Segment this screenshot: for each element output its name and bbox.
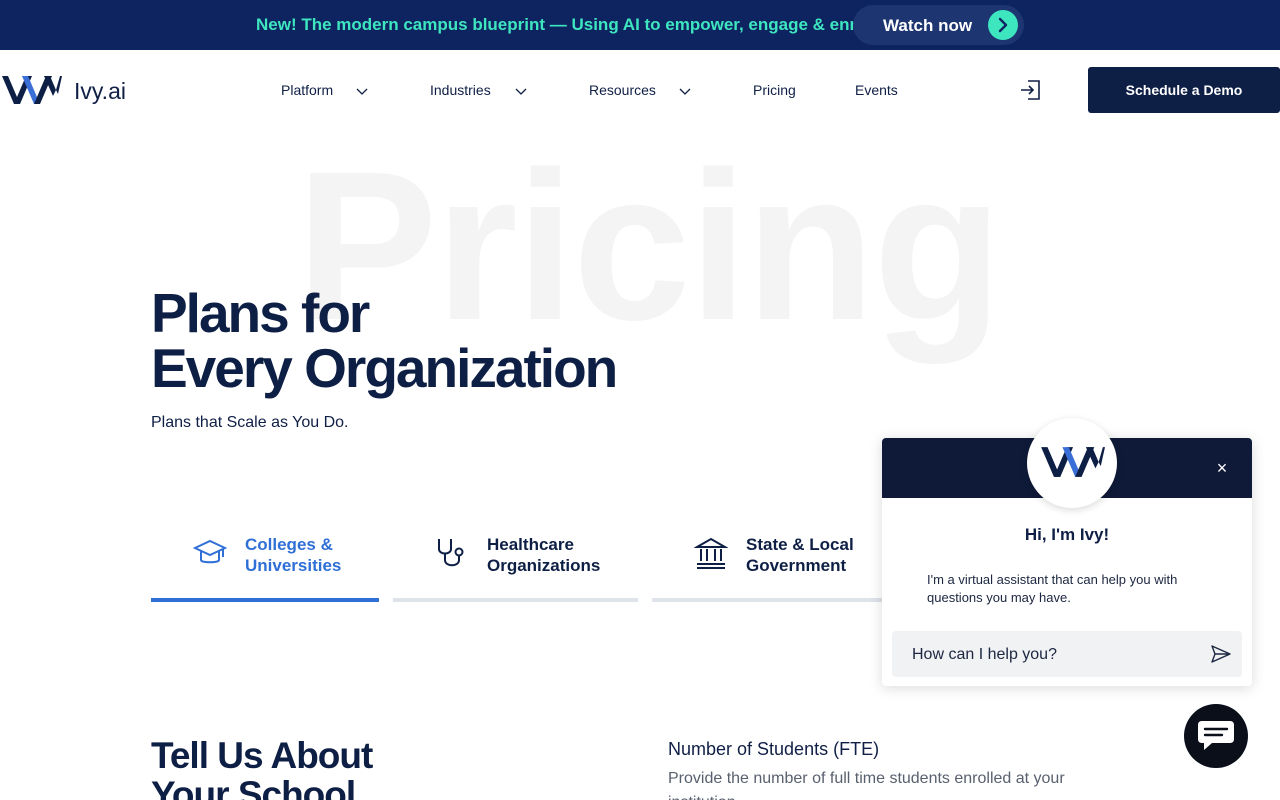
- tab-colleges-universities[interactable]: Colleges & Universities: [151, 520, 379, 602]
- nav-industries[interactable]: Industries: [430, 82, 491, 98]
- tab-state-local-government[interactable]: State & Local Government: [652, 520, 882, 602]
- tab-label-line-2: Universities: [245, 556, 342, 575]
- send-icon[interactable]: [1210, 643, 1232, 665]
- page-title-line-1: Plans for: [151, 282, 370, 344]
- tab-indicator: [151, 598, 379, 602]
- chevron-down-icon: [515, 88, 527, 95]
- tab-label-line-2: Organizations: [487, 556, 601, 575]
- schedule-demo-button[interactable]: Schedule a Demo: [1088, 67, 1280, 113]
- chevron-down-icon: [356, 88, 368, 95]
- section-title: Tell Us About Your School: [151, 735, 373, 800]
- ivy-logo-icon: [2, 76, 62, 104]
- tab-label-line-1: Colleges &: [245, 535, 333, 554]
- tab-healthcare-organizations[interactable]: Healthcare Organizations: [393, 520, 638, 602]
- tab-label-line-2: Government: [746, 556, 847, 575]
- chat-input[interactable]: How can I help you?: [892, 631, 1242, 677]
- watch-now-label: Watch now: [883, 16, 973, 35]
- students-label: Number of Students (FTE): [668, 739, 880, 759]
- stethoscope-icon: [438, 539, 464, 567]
- tab-label-line-1: State & Local: [746, 535, 854, 554]
- section-title-line-2: Your School: [151, 774, 356, 800]
- chat-input-placeholder: How can I help you?: [912, 646, 1057, 663]
- tab-label: Colleges & Universities: [245, 534, 341, 576]
- avatar: [1027, 418, 1117, 508]
- login-icon[interactable]: [1019, 79, 1041, 101]
- students-help-text: Provide the number of full time students…: [668, 770, 1065, 800]
- announcement-text: New! The modern campus blueprint — Using…: [256, 15, 876, 34]
- page-subtitle: Plans that Scale as You Do.: [151, 414, 349, 431]
- page-title-line-2: Every Organization: [151, 337, 618, 399]
- arrow-right-icon: [988, 10, 1018, 40]
- nav-platform[interactable]: Platform: [281, 82, 333, 98]
- chat-bubbles-icon: [1198, 721, 1234, 750]
- announcement-bar: New! The modern campus blueprint — Using…: [0, 0, 1280, 50]
- section-title-line-1: Tell Us About: [151, 735, 373, 776]
- chat-widget: × Hi, I'm Ivy! I'm a virtual assistant t…: [882, 418, 1252, 686]
- site-header: Ivy.ai Platform Industries Resources Pri…: [0, 50, 1280, 130]
- chevron-down-icon: [679, 88, 691, 95]
- tab-indicator: [652, 598, 882, 602]
- watch-now-button[interactable]: Watch now: [853, 5, 1024, 45]
- tab-indicator: [393, 598, 638, 602]
- chat-launcher-button[interactable]: [1184, 704, 1248, 768]
- graduation-cap-icon: [193, 539, 227, 564]
- chat-message: I'm a virtual assistant that can help yo…: [927, 572, 1178, 605]
- nav-pricing[interactable]: Pricing: [753, 82, 796, 98]
- logo-text: Ivy.ai: [74, 78, 126, 104]
- chat-greeting: Hi, I'm Ivy!: [1024, 525, 1110, 544]
- nav-resources[interactable]: Resources: [589, 82, 656, 98]
- close-icon[interactable]: ×: [1212, 458, 1232, 478]
- tab-label: State & Local Government: [746, 534, 854, 576]
- government-building-icon: [694, 537, 728, 569]
- tab-label-line-1: Healthcare: [487, 535, 574, 554]
- page-title: Plans for Every Organization: [151, 282, 618, 399]
- nav-events[interactable]: Events: [855, 82, 898, 98]
- ivy-logo-icon: [1041, 447, 1105, 477]
- logo[interactable]: Ivy.ai: [0, 72, 130, 110]
- tab-label: Healthcare Organizations: [487, 534, 600, 576]
